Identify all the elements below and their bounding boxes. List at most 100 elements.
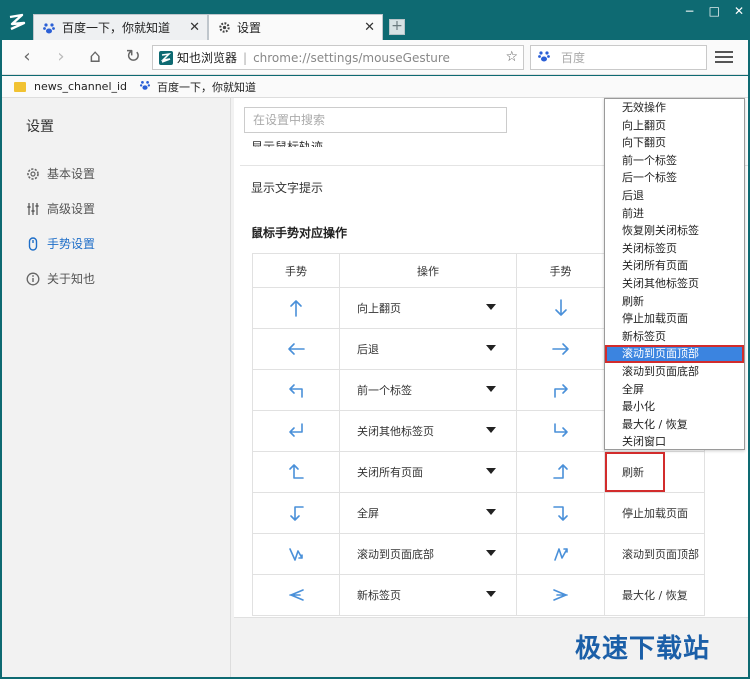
maximize-icon[interactable]: □ [709, 4, 720, 18]
close-icon[interactable]: ✕ [189, 20, 200, 35]
action-select[interactable]: 全屏 [339, 492, 517, 534]
dropdown-option[interactable]: 停止加载页面 [605, 310, 744, 328]
action-value: 滚动到页面顶部 [622, 548, 699, 561]
action-select[interactable]: 新标签页 [339, 574, 517, 616]
action-select[interactable]: 向上翻页 [339, 287, 517, 329]
refresh-icon[interactable]: ↻ [122, 46, 144, 68]
home-icon[interactable]: ⌂ [84, 46, 106, 68]
tab-baidu[interactable]: 百度一下，你就知道 ✕ [33, 14, 208, 40]
action-select[interactable]: 最大化 / 恢复 [604, 574, 705, 616]
sidebar-item-advanced[interactable]: 高级设置 [26, 200, 95, 217]
bookmark-item[interactable]: news_channel_id [14, 80, 127, 93]
dropdown-option[interactable]: 滚动到页面顶部 [605, 345, 744, 363]
action-select[interactable]: 停止加载页面 [604, 492, 705, 534]
close-icon[interactable]: ✕ [364, 20, 375, 35]
sidebar: 设置 基本设置 高级设置 手势设置 关于知也 [2, 98, 231, 677]
gesture-cell [252, 369, 340, 411]
action-value: 滚动到页面底部 [357, 548, 434, 561]
dropdown-option[interactable]: 新标签页 [605, 328, 744, 346]
menu-icon[interactable] [715, 48, 733, 66]
tab-title: 百度一下，你就知道 [62, 21, 171, 35]
gesture-right-zigzag-icon [552, 589, 568, 601]
url-text[interactable]: chrome://settings/mouseGesture [253, 51, 450, 65]
gesture-right-down-icon [552, 506, 568, 521]
dropdown-option[interactable]: 向下翻页 [605, 134, 744, 152]
dropdown-option[interactable]: 刷新 [605, 293, 744, 311]
dropdown-option[interactable]: 后退 [605, 187, 744, 205]
dropdown-caret-icon[interactable] [486, 550, 496, 556]
gesture-right-icon [551, 343, 569, 355]
dropdown-option[interactable]: 滚动到页面底部 [605, 363, 744, 381]
gesture-down-right-icon [553, 423, 568, 437]
dropdown-option[interactable]: 恢复刚关闭标签 [605, 222, 744, 240]
dropdown-option[interactable]: 全屏 [605, 381, 744, 399]
minimize-icon[interactable]: − [685, 4, 695, 18]
new-tab-button[interactable]: + [389, 19, 405, 35]
settings-search-input[interactable]: 在设置中搜索 [244, 107, 507, 133]
bookmark-item[interactable]: 百度一下，你就知道 [139, 79, 256, 95]
dropdown-option[interactable]: 后一个标签 [605, 169, 744, 187]
action-value: 前一个标签 [357, 384, 412, 397]
dropdown-option[interactable]: 最小化 [605, 398, 744, 416]
forward-icon[interactable]: › [50, 46, 72, 68]
dropdown-option[interactable]: 关闭标签页 [605, 240, 744, 258]
gesture-cell [516, 533, 605, 575]
dropdown-caret-icon[interactable] [486, 468, 496, 474]
bookmarks-bar: news_channel_id 百度一下，你就知道 [2, 76, 748, 98]
browser-brand: 知也浏览器 [177, 51, 238, 65]
sidebar-item-about[interactable]: 关于知也 [26, 270, 95, 287]
gesture-up-right-icon [553, 384, 568, 398]
sidebar-item-label: 手势设置 [47, 237, 96, 251]
gesture-cell [516, 574, 605, 616]
gesture-cell [516, 369, 605, 411]
table-row: 全屏 停止加载页面 [252, 492, 705, 534]
zhiye-logo-icon [159, 50, 173, 65]
dropdown-option[interactable]: 无效操作 [605, 99, 744, 117]
search-input[interactable]: 百度 [530, 45, 707, 70]
title-bar: 百度一下，你就知道 ✕ 设置 ✕ + − □ ✕ [0, 0, 750, 40]
dropdown-caret-icon[interactable] [486, 304, 496, 310]
action-dropdown-list[interactable]: 无效操作 向上翻页 向下翻页 前一个标签 后一个标签 后退 前进 恢复刚关闭标签 关闭标签页 关闭… [604, 98, 745, 450]
dropdown-caret-icon[interactable] [486, 591, 496, 597]
zhiye-logo-icon[interactable] [7, 12, 27, 32]
gesture-cell [252, 492, 340, 534]
dropdown-option[interactable]: 前一个标签 [605, 152, 744, 170]
action-value: 向上翻页 [357, 302, 401, 315]
gesture-up-left-icon [289, 384, 303, 398]
dropdown-caret-icon[interactable] [486, 427, 496, 433]
dropdown-option[interactable]: 关闭其他标签页 [605, 275, 744, 293]
dropdown-option[interactable]: 最大化 / 恢复 [605, 416, 744, 434]
dropdown-option[interactable]: 关闭所有页面 [605, 257, 744, 275]
sidebar-item-gesture[interactable]: 手势设置 [26, 235, 95, 252]
close-window-icon[interactable]: ✕ [734, 4, 744, 18]
gesture-cell [252, 533, 340, 575]
baidu-paw-icon [42, 21, 56, 35]
action-select[interactable]: 关闭所有页面 [339, 451, 517, 493]
partially-hidden-setting: 显示鼠标轨迹 [251, 140, 324, 147]
address-bar[interactable]: 知也浏览器 | chrome://settings/mouseGesture ☆ [152, 45, 524, 70]
gesture-cell [252, 574, 340, 616]
sidebar-item-label: 关于知也 [47, 272, 96, 286]
bookmark-star-icon[interactable]: ☆ [505, 49, 518, 65]
back-icon[interactable]: ‹ [16, 46, 38, 68]
dropdown-caret-icon[interactable] [486, 345, 496, 351]
show-text-label[interactable]: 显示文字提示 [251, 179, 323, 196]
sidebar-item-basic[interactable]: 基本设置 [26, 165, 95, 182]
action-select[interactable]: 关闭其他标签页 [339, 410, 517, 452]
action-select[interactable]: 前一个标签 [339, 369, 517, 411]
dropdown-caret-icon[interactable] [486, 509, 496, 515]
gesture-cell [252, 287, 340, 329]
search-placeholder: 百度 [561, 51, 586, 65]
column-header: 操作 [339, 253, 517, 288]
action-select[interactable]: 后退 [339, 328, 517, 370]
gesture-cell [516, 451, 605, 493]
dropdown-option[interactable]: 关闭窗口 [605, 433, 744, 451]
dropdown-option[interactable]: 向上翻页 [605, 117, 744, 135]
info-icon [26, 272, 40, 286]
action-select[interactable]: 滚动到页面顶部 [604, 533, 705, 575]
tab-settings[interactable]: 设置 ✕ [208, 14, 383, 40]
dropdown-caret-icon[interactable] [486, 386, 496, 392]
action-select[interactable]: 滚动到页面底部 [339, 533, 517, 575]
dropdown-option[interactable]: 前进 [605, 205, 744, 223]
gesture-left-down-icon [290, 506, 304, 521]
